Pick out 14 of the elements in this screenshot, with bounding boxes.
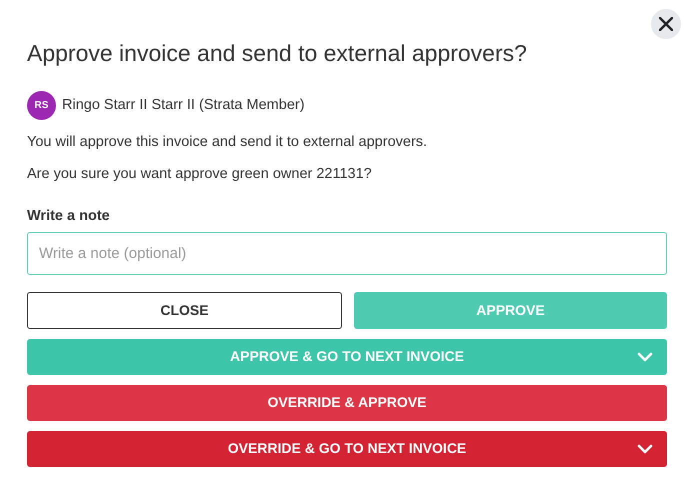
close-button[interactable] [651, 9, 681, 39]
action-button[interactable]: CLOSE [27, 292, 342, 329]
dialog-title: Approve invoice and send to external approvers? [27, 39, 528, 68]
action-button[interactable]: OVERRIDE & GO TO NEXT INVOICE [27, 430, 667, 467]
chevron-down-icon [637, 444, 653, 454]
action-button[interactable]: OVERRIDE & APPROVE [27, 384, 667, 421]
user-avatar: RS [27, 91, 56, 120]
user-name: Ringo Starr II Starr II (Strata Member) [62, 96, 305, 115]
close-icon [659, 17, 673, 31]
chevron-down-icon [637, 352, 653, 362]
message-text: You will approve this invoice and send it to external approvers. [27, 133, 428, 152]
message-text: Are you sure you want approve green owner 221131? [27, 165, 373, 184]
note-field[interactable]: Write a note (optional) [27, 232, 667, 275]
note-label: Write a note [27, 207, 111, 226]
